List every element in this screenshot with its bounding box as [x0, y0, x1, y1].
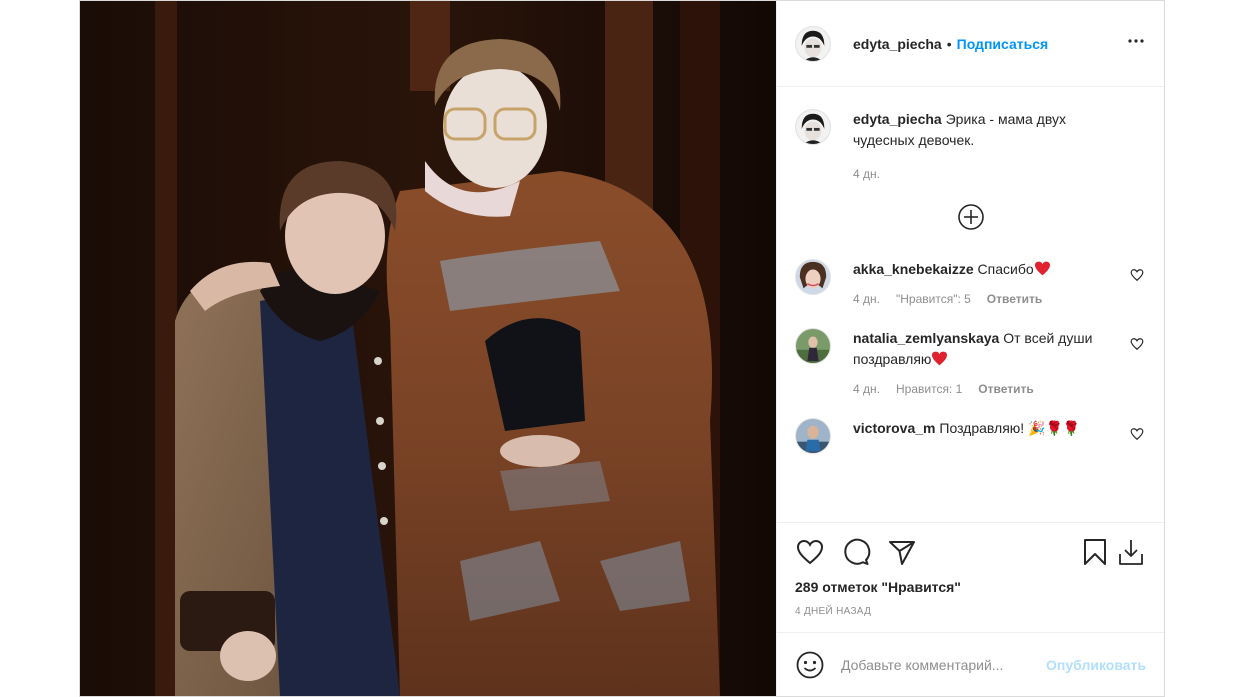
comment-item: victorova_m Поздравляю! 🎉🌹🌹 — [795, 418, 1146, 454]
caption: edyta_piecha Эрика - мама двух чудесных … — [795, 109, 1146, 181]
action-icons-right — [1074, 537, 1146, 567]
instagram-post: edyta_piecha • Подписаться edyta_piecha … — [79, 0, 1165, 697]
add-comment-bar: Опубликовать — [777, 632, 1164, 696]
comment-like-heart-icon[interactable] — [1130, 427, 1144, 441]
likes-count[interactable]: 289 отметок "Нравится" — [795, 579, 1146, 595]
caption-username[interactable]: edyta_piecha — [853, 111, 942, 127]
caption-meta: 4 дн. — [853, 167, 1106, 181]
avatar[interactable] — [795, 109, 831, 145]
more-dots-icon[interactable] — [1126, 31, 1146, 56]
comment-avatar-image — [796, 260, 830, 294]
comment-username[interactable]: victorova_m — [853, 420, 935, 436]
caption-body: edyta_piecha Эрика - мама двух чудесных … — [853, 109, 1146, 181]
comment-avatar-image — [796, 419, 830, 453]
comment-body: akka_knebekaizze Спасибо 4 дн. "Нравится… — [853, 259, 1146, 306]
caption-time[interactable]: 4 дн. — [853, 167, 880, 181]
comment-username[interactable]: akka_knebekaizze — [853, 261, 974, 277]
comment-item: akka_knebekaizze Спасибо 4 дн. "Нравится… — [795, 259, 1146, 306]
post-photo[interactable] — [80, 1, 776, 696]
comments-list[interactable]: edyta_piecha Эрика - мама двух чудесных … — [777, 87, 1164, 522]
action-bar: 289 отметок "Нравится" 4 ДНЕЙ НАЗАД — [777, 522, 1164, 632]
reply-button[interactable]: Ответить — [987, 292, 1042, 306]
header-username[interactable]: edyta_piecha — [853, 36, 942, 52]
heart-icon[interactable] — [795, 537, 825, 567]
follow-button[interactable]: Подписаться — [957, 36, 1049, 52]
comment-username[interactable]: natalia_zemlyanskaya — [853, 330, 999, 346]
action-icons — [795, 537, 1146, 567]
comment-likes[interactable]: Нравится: 1 — [896, 382, 962, 396]
red-heart-emoji — [931, 351, 948, 366]
comment-like-heart-icon[interactable] — [1130, 337, 1144, 351]
red-heart-emoji — [1034, 261, 1051, 276]
comment-time[interactable]: 4 дн. — [853, 382, 880, 396]
comment-body: natalia_zemlyanskaya От всей души поздра… — [853, 328, 1146, 396]
comment-message: Поздравляю! 🎉🌹🌹 — [939, 420, 1081, 436]
post-side-panel: edyta_piecha • Подписаться edyta_piecha … — [776, 1, 1164, 696]
comment-avatar-image — [796, 329, 830, 363]
avatar[interactable] — [795, 418, 831, 454]
smiley-icon[interactable] — [795, 650, 825, 680]
comment-icon[interactable] — [841, 537, 871, 567]
comment-likes[interactable]: "Нравится": 5 — [896, 292, 971, 306]
paper-plane-icon[interactable] — [887, 537, 917, 567]
comment-meta: 4 дн. "Нравится": 5 Ответить — [853, 292, 1106, 306]
avatar[interactable] — [795, 25, 831, 62]
comment-time[interactable]: 4 дн. — [853, 292, 880, 306]
post-date[interactable]: 4 ДНЕЙ НАЗАД — [795, 606, 1146, 617]
load-more — [795, 203, 1146, 231]
publish-button[interactable]: Опубликовать — [1046, 657, 1146, 673]
post-header: edyta_piecha • Подписаться — [777, 1, 1164, 87]
comment-text: victorova_m Поздравляю! 🎉🌹🌹 — [853, 418, 1106, 439]
bookmark-icon[interactable] — [1080, 537, 1110, 567]
caption-avatar-image — [796, 110, 830, 144]
comment-body: victorova_m Поздравляю! 🎉🌹🌹 — [853, 418, 1146, 454]
comment-meta: 4 дн. Нравится: 1 Ответить — [853, 382, 1106, 396]
comment-like-heart-icon[interactable] — [1130, 268, 1144, 282]
separator-dot: • — [946, 35, 952, 52]
post-photo-image — [80, 1, 776, 696]
comment-text: akka_knebekaizze Спасибо — [853, 259, 1106, 280]
caption-text: edyta_piecha Эрика - мама двух чудесных … — [853, 109, 1106, 151]
comment-message: Спасибо — [977, 261, 1034, 277]
comment-input[interactable] — [841, 656, 1047, 673]
comment-text: natalia_zemlyanskaya От всей души поздра… — [853, 328, 1106, 370]
avatar[interactable] — [795, 259, 831, 295]
plus-circle-icon[interactable] — [957, 203, 985, 231]
avatar[interactable] — [795, 328, 831, 364]
avatar-image — [796, 26, 830, 61]
reply-button[interactable]: Ответить — [978, 382, 1033, 396]
comment-item: natalia_zemlyanskaya От всей души поздра… — [795, 328, 1146, 396]
download-icon[interactable] — [1116, 537, 1146, 567]
